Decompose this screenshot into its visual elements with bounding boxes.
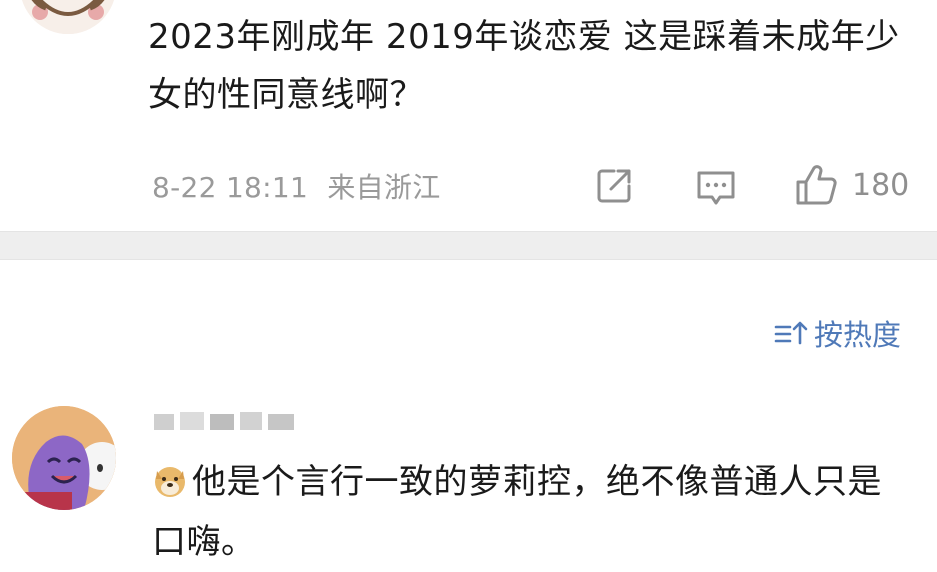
thumbs-up-icon — [796, 165, 837, 205]
comment-time: 8-22 18:11 — [152, 171, 309, 204]
doge-emoji-icon — [152, 458, 188, 497]
share-button[interactable] — [594, 166, 634, 206]
sort-label: 按热度 — [813, 318, 901, 352]
section-divider — [0, 231, 937, 260]
comment-body: 他是个言行一致的萝莉控，绝不像普通人只是口嗨。 — [152, 462, 882, 562]
avatar[interactable] — [20, 0, 116, 34]
reply-button[interactable] — [694, 168, 738, 208]
comment-location: 来自浙江 — [327, 171, 441, 204]
username-obscured[interactable] — [152, 406, 322, 436]
comment-text: 2023年刚成年 2019年谈恋爱 这是踩着未成年少女的性同意线啊？ — [148, 17, 900, 115]
like-count: 180 — [852, 167, 910, 203]
like-button[interactable]: 180 — [794, 162, 909, 208]
comment-icon — [697, 171, 735, 205]
comment-text: 他是个言行一致的萝莉控，绝不像普通人只是口嗨。 — [152, 452, 892, 572]
comment-meta: 8-22 18:11 来自浙江 — [152, 166, 441, 206]
sort-by-hot-button[interactable]: 按热度 — [774, 312, 901, 354]
avatar[interactable] — [12, 406, 116, 510]
share-icon — [597, 169, 631, 203]
sort-icon — [774, 321, 808, 345]
